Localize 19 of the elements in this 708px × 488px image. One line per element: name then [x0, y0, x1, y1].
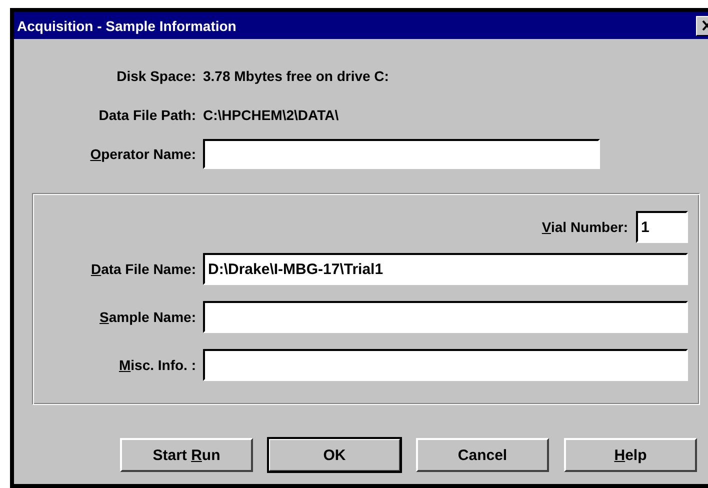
field-label: Sample Name: — [98, 309, 196, 325]
field-label: Operator Name: — [89, 146, 196, 162]
dialog-button[interactable]: OK — [268, 438, 401, 472]
dialog-button[interactable]: Cancel — [416, 438, 549, 472]
field-label: Misc. Info. : — [118, 357, 196, 373]
field-label: Vial Number: — [542, 219, 628, 235]
field-label: Data File Name: — [90, 261, 196, 277]
field-label: Disk Space: — [116, 68, 196, 84]
field-value: 3.78 Mbytes free on drive C: — [203, 68, 389, 84]
field-label: Data File Path: — [98, 107, 196, 123]
dialog-button[interactable]: Help — [564, 438, 697, 472]
dialog-button[interactable]: Start Run — [120, 438, 253, 472]
input-field[interactable] — [203, 349, 688, 381]
input-field[interactable] — [203, 301, 688, 333]
input-field[interactable]: D:\Drake\I-MBG-17\Trial1 — [203, 253, 688, 285]
window-title: Acquisition - Sample Information — [17, 18, 236, 34]
field-value: C:\HPCHEM\2\DATA\ — [203, 107, 339, 123]
input-field[interactable]: 1 — [636, 211, 688, 243]
input-field[interactable] — [203, 139, 600, 169]
